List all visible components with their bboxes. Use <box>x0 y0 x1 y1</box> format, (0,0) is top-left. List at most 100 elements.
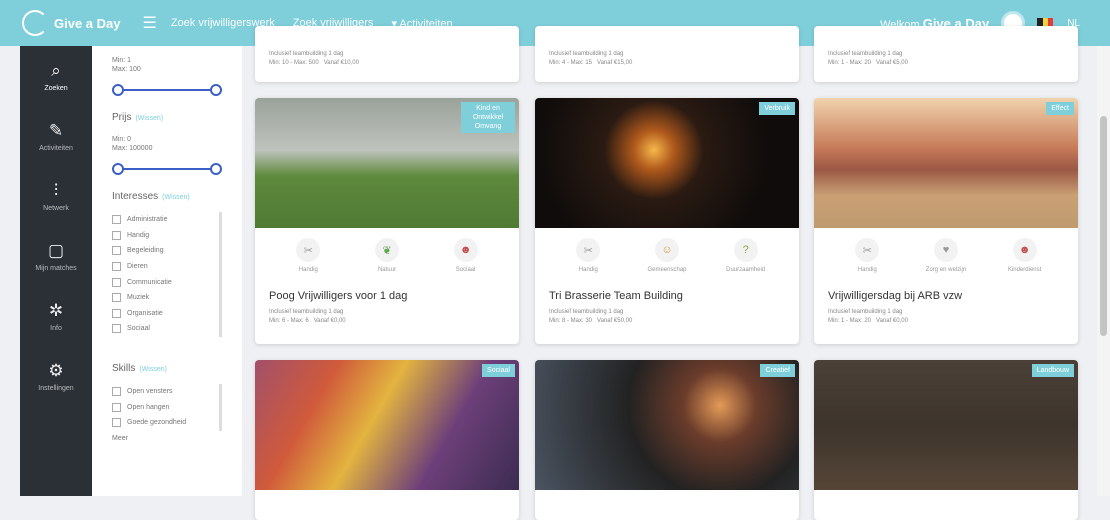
interests-clear-link[interactable]: (Wissen) <box>162 194 190 201</box>
card-meta-line: Min: 1 - Max: 20 <box>828 60 872 66</box>
slider-max-handle[interactable] <box>210 163 222 175</box>
community-icon: ☺ <box>654 238 679 262</box>
skills-clear-link[interactable]: (Wissen) <box>139 366 167 373</box>
sidebar-item-zoeken[interactable]: ⌕ Zoeken <box>20 46 92 106</box>
menu-icon[interactable]: ☰ <box>143 13 157 33</box>
card-meta-line: Vanaf €15,00 <box>597 60 633 66</box>
sidebar-item-instellingen[interactable]: ⚙ Instellingen <box>20 346 92 406</box>
slider-max-handle[interactable] <box>210 84 222 96</box>
price-max: Max: 100000 <box>112 145 153 152</box>
card-image[interactable]: Effect <box>814 98 1078 228</box>
slider-min-handle[interactable] <box>112 84 124 96</box>
checkbox[interactable] <box>112 230 121 240</box>
result-card[interactable]: Landbouw <box>814 360 1078 520</box>
interest-checkbox[interactable]: Muziek <box>112 290 219 306</box>
card-meta-line: Inclusief teambuilding 1 dag <box>549 309 624 315</box>
checkbox[interactable] <box>112 246 121 256</box>
sidebar-item-netwerk[interactable]: ⫶ Netwerk <box>20 166 92 226</box>
interests-list[interactable]: Administratie Handig Begeleiding Dieren … <box>112 212 222 337</box>
checkbox-label: Goede gezondheid <box>127 419 187 427</box>
card-meta: Inclusief teambuilding 1 dag Min: 4 - Ma… <box>535 46 799 72</box>
result-card[interactable]: Effect ✂ Handig ♥ Zorg en welzijn ☻ Kinderd… <box>814 98 1078 344</box>
interest-checkbox[interactable]: Communicatie <box>112 274 219 290</box>
card-title[interactable]: Tri Brasserie Team Building <box>535 290 799 308</box>
card-meta: Inclusief teambuilding 1 dag Min: 10 - M… <box>255 46 519 72</box>
result-card-partial[interactable]: Inclusief teambuilding 1 dag Min: 4 - Ma… <box>535 26 799 82</box>
interest-checkbox[interactable]: Dieren <box>112 259 219 275</box>
checkbox[interactable] <box>112 215 121 225</box>
interest-checkbox[interactable]: Organisatie <box>112 306 219 322</box>
card-image[interactable]: Verbruik <box>535 98 799 228</box>
card-title[interactable]: Vrijwilligersdag bij ARB vzw <box>814 290 1078 308</box>
card-title[interactable]: Poog Vrijwilligers voor 1 dag <box>255 290 519 308</box>
card-image[interactable]: Sociaal <box>255 360 519 490</box>
category-handig: ✂ Handig <box>276 238 340 290</box>
checkbox[interactable] <box>112 293 121 303</box>
checkbox[interactable] <box>112 418 121 428</box>
sidebar-item-label: Info <box>50 324 62 332</box>
tools-icon: ✂ <box>296 238 321 262</box>
page-scrollbar[interactable] <box>1097 46 1110 496</box>
interest-checkbox[interactable]: Administratie <box>112 212 219 228</box>
scrollbar-thumb[interactable] <box>1100 116 1107 336</box>
card-meta-line: Min: 8 - Max: 30 <box>549 318 593 324</box>
interest-checkbox[interactable]: Begeleiding <box>112 243 219 259</box>
result-card-partial[interactable]: Inclusief teambuilding 1 dag Min: 1 - Ma… <box>814 26 1078 82</box>
result-card[interactable]: Creatief <box>535 360 799 520</box>
category-label: Natuur <box>377 267 396 273</box>
gear-icon: ⚙ <box>48 360 64 380</box>
card-badge: Kind en Ontwikkel Omvang <box>461 102 515 133</box>
sidebar-item-matches[interactable]: ▢ Mijn matches <box>20 226 92 286</box>
brand-logo[interactable]: Give a Day <box>22 10 121 36</box>
card-badge: Verbruik <box>759 102 795 115</box>
skill-checkbox[interactable]: Open vensters <box>112 384 219 400</box>
card-meta-line: Inclusief teambuilding 1 dag <box>269 51 344 57</box>
age-range-slider[interactable] <box>112 84 222 96</box>
interests-filter-title: Interesses (Wissen) <box>112 191 222 202</box>
price-clear-link[interactable]: (Wissen) <box>135 115 163 122</box>
skill-checkbox[interactable]: Goede gezondheid <box>112 415 219 431</box>
price-min: Min: 0 <box>112 136 132 143</box>
result-card-partial[interactable]: Inclusief teambuilding 1 dag Min: 10 - M… <box>255 26 519 82</box>
checkbox-label: Muziek <box>127 294 150 302</box>
left-sidebar: ⌕ Zoeken ✎ Activiteiten ⫶ Netwerk ▢ Mijn… <box>20 46 92 496</box>
checkbox-label: Open hangen <box>127 403 170 411</box>
result-card[interactable]: Kind en Ontwikkel Omvang ✂ Handig ❦ Natuur… <box>255 98 519 344</box>
people-icon: ☻ <box>453 238 478 262</box>
category-handig: ✂ Handig <box>556 238 620 290</box>
card-image[interactable]: Landbouw <box>814 360 1078 490</box>
result-card[interactable]: Verbruik ✂ Handig ☺ Gemeenschap ? Duurzaamh… <box>535 98 799 344</box>
price-filter-title: Prijs (Wissen) <box>112 112 222 123</box>
checkbox[interactable] <box>112 277 121 287</box>
card-meta-line: Vanaf €50,00 <box>597 318 633 324</box>
sidebar-item-label: Netwerk <box>43 204 69 212</box>
age-min: Min: 1 <box>112 57 132 64</box>
people-icon: ☻ <box>1012 238 1037 262</box>
checkbox[interactable] <box>112 387 121 397</box>
card-categories: ✂ Handig ❦ Natuur ☻ Sociaal <box>255 228 519 290</box>
card-image[interactable]: Kind en Ontwikkel Omvang <box>255 98 519 228</box>
sidebar-item-info[interactable]: ✲ Info <box>20 286 92 346</box>
checkbox[interactable] <box>112 324 121 334</box>
category-natuur: ❦ Natuur <box>355 238 419 290</box>
slider-min-handle[interactable] <box>112 163 124 175</box>
skills-filter-title: Skills (Wissen) <box>112 363 222 374</box>
card-meta-line: Min: 10 - Max: 500 <box>269 60 319 66</box>
result-card[interactable]: Sociaal <box>255 360 519 520</box>
price-range-slider[interactable] <box>112 163 222 175</box>
card-image[interactable]: Creatief <box>535 360 799 490</box>
checkbox[interactable] <box>112 402 121 412</box>
skill-checkbox[interactable]: Open hangen <box>112 399 219 415</box>
sidebar-item-activiteiten[interactable]: ✎ Activiteiten <box>20 106 92 166</box>
skills-list[interactable]: Open vensters Open hangen Goede gezondhe… <box>112 383 222 431</box>
skills-more-link[interactable]: Meer <box>112 435 222 442</box>
interest-checkbox[interactable]: Sociaal <box>112 321 219 337</box>
checkbox[interactable] <box>112 262 121 272</box>
card-meta-line: Vanaf €0,00 <box>313 318 346 324</box>
checkbox-label: Handig <box>127 231 150 239</box>
card-meta: Inclusief teambuilding 1 dag Min: 1 - Ma… <box>814 308 1078 326</box>
card-meta-line: Min: 1 - Max: 20 <box>828 318 872 324</box>
interest-checkbox[interactable]: Handig <box>112 228 219 244</box>
checkbox[interactable] <box>112 308 121 318</box>
checkbox-label: Organisatie <box>127 309 163 317</box>
